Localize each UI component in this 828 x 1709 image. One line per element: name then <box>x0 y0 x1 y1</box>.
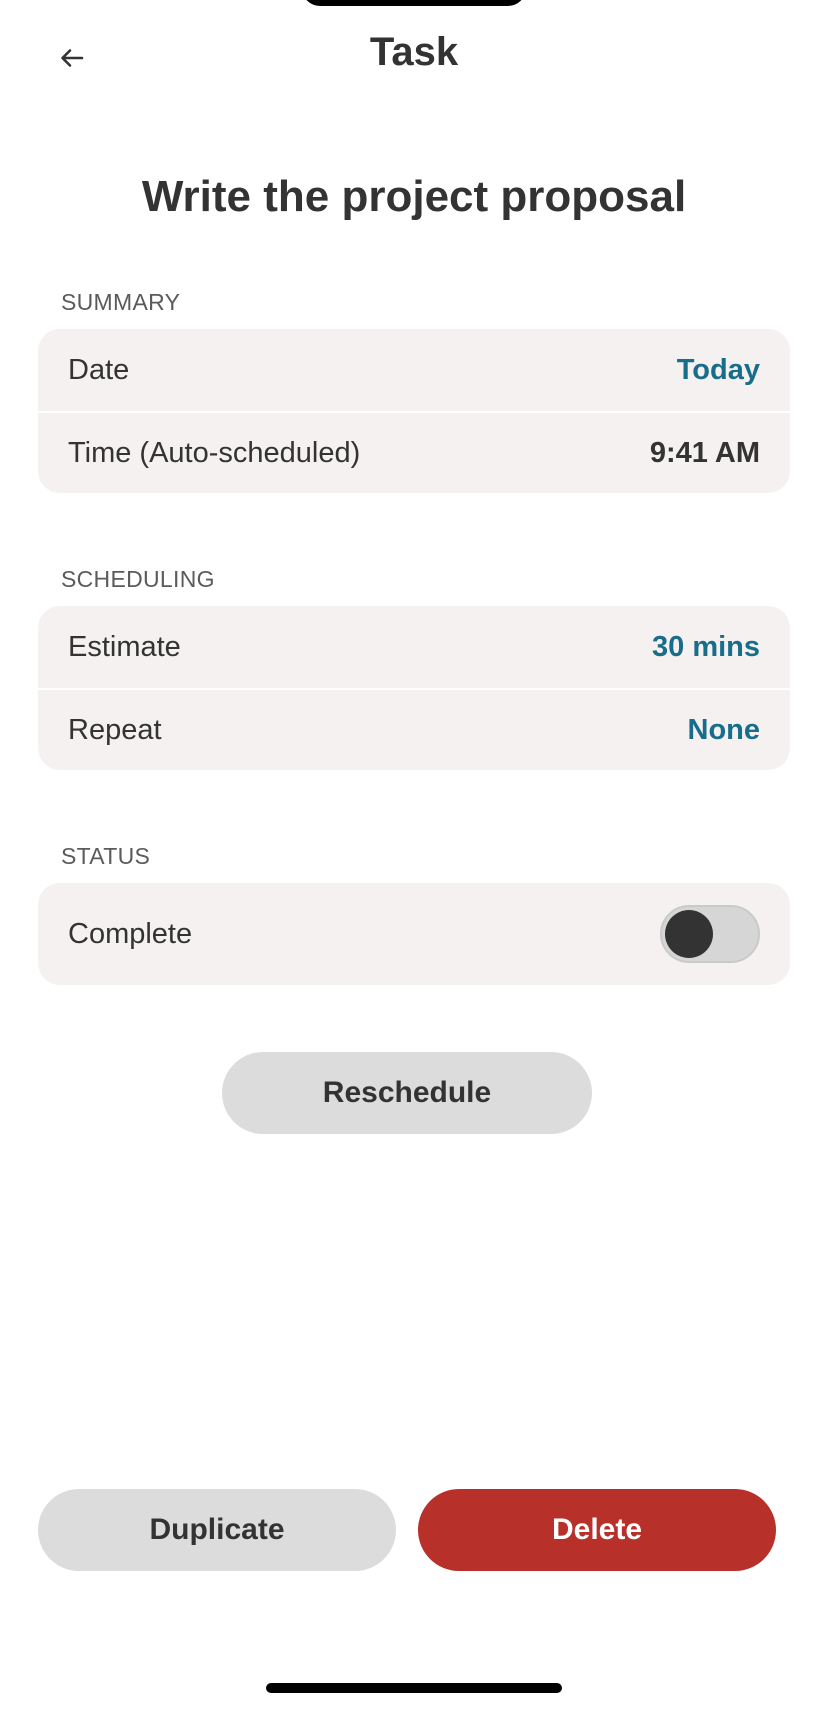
estimate-row[interactable]: Estimate 30 mins <box>38 606 790 688</box>
home-indicator <box>266 1683 562 1693</box>
status-card: Complete <box>38 883 790 985</box>
complete-label: Complete <box>68 917 193 950</box>
time-row[interactable]: Time (Auto-scheduled) 9:41 AM <box>38 411 790 493</box>
duplicate-button[interactable]: Duplicate <box>38 1489 396 1571</box>
toggle-knob <box>665 910 713 958</box>
delete-button[interactable]: Delete <box>418 1489 776 1571</box>
complete-toggle[interactable] <box>660 905 760 963</box>
summary-card: Date Today Time (Auto-scheduled) 9:41 AM <box>38 329 790 493</box>
date-label: Date <box>68 353 130 386</box>
repeat-row[interactable]: Repeat None <box>38 688 790 770</box>
date-value[interactable]: Today <box>677 354 760 387</box>
time-label: Time (Auto-scheduled) <box>68 436 361 469</box>
section-label-summary: SUMMARY <box>61 289 181 315</box>
estimate-value[interactable]: 30 mins <box>652 631 760 664</box>
repeat-value[interactable]: None <box>688 714 761 747</box>
section-label-scheduling: SCHEDULING <box>61 566 215 592</box>
time-value: 9:41 AM <box>649 436 760 469</box>
section-label-status: STATUS <box>61 843 151 869</box>
reschedule-button[interactable]: Reschedule <box>222 1052 592 1134</box>
task-title: Write the project proposal <box>141 172 687 221</box>
date-row[interactable]: Date Today <box>38 329 790 411</box>
nav-bar: Task <box>0 0 828 110</box>
repeat-label: Repeat <box>68 713 162 746</box>
estimate-label: Estimate <box>68 630 181 663</box>
page-title: Task <box>369 30 459 74</box>
scheduling-card: Estimate 30 mins Repeat None <box>38 606 790 770</box>
complete-row: Complete <box>38 883 790 985</box>
